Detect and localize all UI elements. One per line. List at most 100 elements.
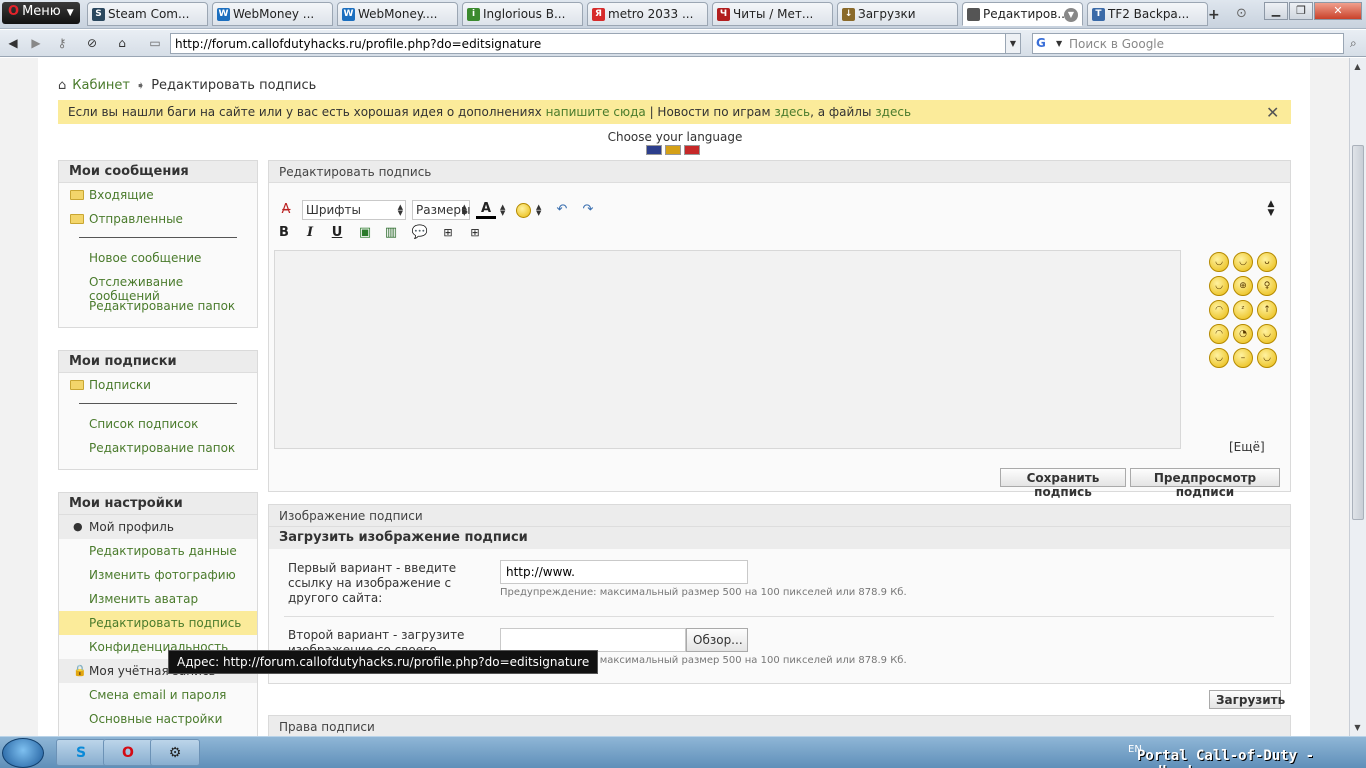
notice-link-write[interactable]: напишите сюда (546, 105, 646, 119)
minimize-button[interactable]: ▁ (1264, 2, 1288, 20)
flag-russian-icon[interactable] (684, 145, 700, 155)
quote-icon[interactable]: 💬 (410, 223, 430, 243)
language-label: Choose your language (607, 130, 743, 144)
opera-icon[interactable]: O (103, 739, 153, 766)
notice-link-news[interactable]: здесь (774, 105, 810, 119)
sidebar-item-sent[interactable]: Отправленные (59, 207, 257, 231)
smiley-icon[interactable]: – (1233, 348, 1253, 368)
tab-close-icon[interactable]: ▼ (1064, 8, 1078, 22)
breadcrumb-home-link[interactable]: Кабинет (72, 78, 130, 93)
url-input[interactable]: http://forum.callofdutyhacks.ru/profile.… (170, 33, 1006, 54)
sidebar-item-change-email[interactable]: Смена email и пароля (59, 683, 257, 707)
signature-rights-panel: Права подписи (268, 715, 1291, 736)
file-path-input[interactable] (500, 628, 686, 652)
smiley-icon[interactable]: ᴗ (1257, 252, 1277, 272)
preview-signature-button[interactable]: Предпросмотр подписи (1130, 468, 1280, 499)
maximize-button[interactable]: ❐ (1289, 2, 1313, 20)
sidebar-item-edit-folders[interactable]: Редактирование папок (59, 294, 257, 318)
font-select[interactable]: Шрифты ▲ ▼ (302, 200, 406, 220)
spinner-icon[interactable]: ▲ ▼ (500, 204, 505, 217)
url-dropdown-button[interactable]: ▼ (1005, 33, 1021, 54)
sidebar-item-inbox[interactable]: Входящие (59, 183, 257, 207)
steam-icon[interactable]: ⚙ (150, 739, 200, 766)
sidebar-item-subscriptions[interactable]: Подписки (59, 373, 257, 397)
undo-icon[interactable]: ↶ (552, 200, 572, 220)
smiley-icon[interactable]: ◡ (1209, 348, 1229, 368)
font-color-icon[interactable]: A (476, 200, 496, 219)
flag-english-icon[interactable] (646, 145, 662, 155)
home-icon[interactable]: ⌂ (58, 78, 66, 93)
smiley-icon[interactable]: ◡ (1257, 324, 1277, 344)
chevron-down-icon[interactable]: ▼ (1056, 39, 1062, 48)
size-select[interactable]: Размеры ▲ ▼ (412, 200, 471, 220)
flag-german-icon[interactable] (665, 145, 681, 155)
smiley-icon[interactable]: ⊕ (1233, 276, 1253, 296)
trash-icon[interactable]: ⊙ (1236, 6, 1247, 21)
signature-textarea[interactable] (274, 250, 1181, 449)
skype-icon[interactable]: S (56, 739, 106, 766)
tab-8[interactable]: Редактиров... ▼ (962, 2, 1083, 26)
tab-9[interactable]: T TF2 Backpa... (1087, 2, 1208, 26)
close-window-button[interactable]: ✕ (1314, 2, 1362, 20)
home-icon[interactable]: ⌂ (112, 34, 132, 53)
sidebar-item-edit-signature[interactable]: Редактировать подпись (59, 611, 257, 635)
smiley-icon[interactable]: ◡ (1257, 348, 1277, 368)
tab-6[interactable]: Ч Читы / Мет... (712, 2, 833, 26)
tab-7[interactable]: ↓ Загрузки (837, 2, 958, 26)
tab-2[interactable]: W WebMoney ... (212, 2, 333, 26)
italic-button[interactable]: I (300, 223, 320, 243)
more-smilies-link[interactable]: [Ещё] (1229, 440, 1265, 454)
scrollbar-thumb[interactable] (1352, 145, 1364, 520)
smiley-icon[interactable]: ◠ (1209, 324, 1229, 344)
key-icon[interactable]: ⚷ (52, 34, 72, 53)
smiley-icon[interactable]: ◡ (1209, 276, 1229, 296)
smiley-icon[interactable]: ◔ (1233, 324, 1253, 344)
insert-image-icon[interactable]: ▣ (355, 223, 375, 243)
stop-icon[interactable]: ⊘ (82, 34, 102, 53)
sidebar-item-edit-data[interactable]: Редактировать данные (59, 539, 257, 563)
sidebar-item-edit-folders-2[interactable]: Редактирование папок (59, 436, 257, 460)
scroll-down-icon[interactable]: ▼ (1349, 719, 1366, 736)
windows-start-button[interactable] (2, 738, 44, 768)
sidebar-item-new-message[interactable]: Новое сообщение (59, 246, 257, 270)
tab-1[interactable]: S Steam Com... (87, 2, 208, 26)
sidebar-item-main-settings[interactable]: Основные настройки (59, 707, 257, 731)
smiley-icon[interactable]: ↑ (1257, 300, 1277, 320)
smiley-icon[interactable]: ◡ (1233, 252, 1253, 272)
opera-menu-button[interactable]: O Меню ▼ (2, 2, 80, 24)
search-input[interactable]: Поиск в Google (1032, 33, 1344, 54)
image-url-input[interactable]: http://www. (500, 560, 748, 584)
smiley-icon[interactable]: ᶻ (1233, 300, 1253, 320)
save-signature-button[interactable]: Сохранить подпись (1000, 468, 1126, 499)
search-icon[interactable]: ⌕ (1350, 36, 1357, 51)
tab-5[interactable]: Яmetro 2033 ... (587, 2, 708, 26)
expand-icon[interactable]: ⊞ (438, 223, 458, 243)
redo-icon[interactable]: ↷ (578, 200, 598, 220)
insert-video-icon[interactable]: ▥ (381, 223, 401, 243)
sidebar-item-change-photo[interactable]: Изменить фотографию (59, 563, 257, 587)
sidebar-item-change-avatar[interactable]: Изменить аватар (59, 587, 257, 611)
browse-button[interactable]: Обзор... (686, 628, 748, 652)
scroll-up-icon[interactable]: ▲ (1349, 58, 1366, 75)
underline-button[interactable]: U (327, 223, 347, 243)
insert-special-icon[interactable]: ⊞ (465, 223, 485, 243)
google-icon[interactable]: G (1036, 36, 1046, 50)
notice-link-files[interactable]: здесь (875, 105, 911, 119)
forward-icon[interactable]: ▶ (26, 34, 46, 53)
tab-3[interactable]: W WebMoney.... (337, 2, 458, 26)
smiley-picker-icon[interactable] (516, 203, 531, 218)
remove-format-icon[interactable]: A̶ (276, 200, 296, 220)
smiley-icon[interactable]: ♀ (1257, 276, 1277, 296)
close-icon[interactable]: ✕ (1266, 103, 1279, 122)
smiley-icon[interactable]: ◡ (1209, 252, 1229, 272)
resize-toggle-icon[interactable]: ▲ ▼ (1261, 200, 1281, 220)
sidebar-item-tracking[interactable]: Отслеживание сообщений (59, 270, 257, 303)
spinner-icon[interactable]: ▲ ▼ (536, 204, 541, 217)
tab-4[interactable]: i Inglorious B... (462, 2, 583, 26)
upload-button[interactable]: Загрузить (1209, 690, 1285, 709)
smiley-icon[interactable]: ◠ (1209, 300, 1229, 320)
new-tab-button[interactable]: + (1208, 7, 1220, 23)
back-icon[interactable]: ◀ (3, 34, 23, 53)
sidebar-item-subscription-list[interactable]: Список подписок (59, 412, 257, 436)
bold-button[interactable]: B (274, 223, 294, 243)
